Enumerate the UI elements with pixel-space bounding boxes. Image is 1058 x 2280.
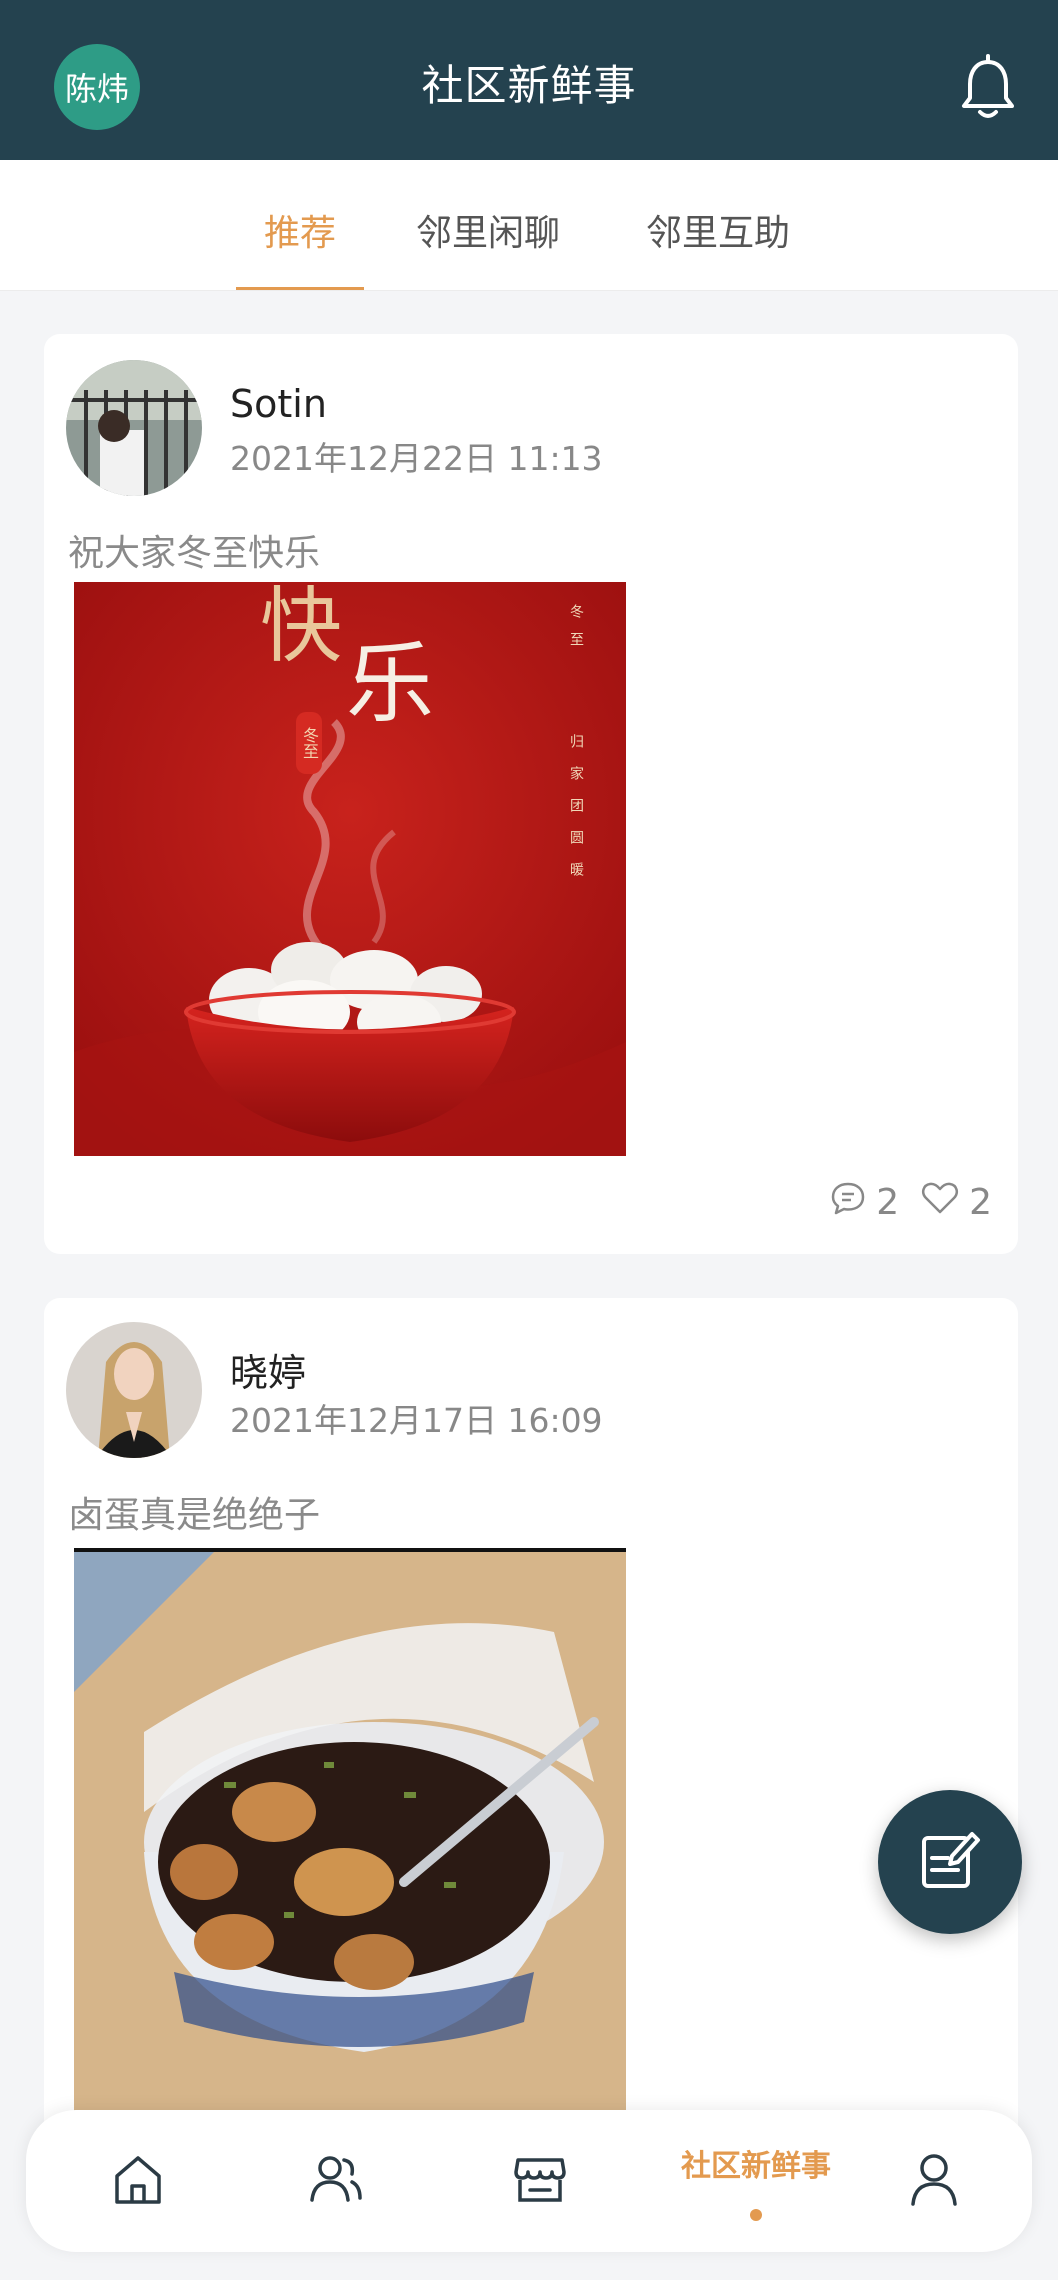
post-text: 祝大家冬至快乐	[68, 533, 321, 574]
post-card[interactable]: 晓婷 2021年12月17日 16:09 卤蛋真是绝绝子	[44, 1298, 1018, 2158]
comment-icon	[830, 1180, 866, 1225]
image-caption-main: 快	[260, 582, 343, 674]
author-name[interactable]: 晓婷	[230, 1342, 306, 1397]
nav-community-news-label: 社区新鲜事	[681, 2149, 831, 2184]
tab-recommend[interactable]: 推荐	[235, 204, 365, 290]
like-count[interactable]: 2	[921, 1180, 992, 1225]
post-image[interactable]: 快 乐 冬至 冬至 归家团圆暖	[74, 582, 626, 1156]
post-stats: 2 2	[830, 1180, 992, 1225]
compose-post-button[interactable]	[878, 1790, 1022, 1934]
nav-community-news[interactable]: 社区新鲜事	[656, 2110, 856, 2252]
post-timestamp: 2021年12月17日 16:09	[230, 1401, 603, 1440]
image-side-text: 冬至	[568, 604, 584, 660]
nav-home[interactable]	[98, 2110, 178, 2252]
like-count-value: 2	[969, 1182, 992, 1223]
author-avatar[interactable]	[66, 1322, 202, 1458]
edit-icon	[918, 1828, 982, 1896]
tab-neighbor-help[interactable]: 邻里互助	[646, 204, 790, 290]
users-icon	[308, 2152, 364, 2210]
bottom-nav: 社区新鲜事	[26, 2110, 1032, 2252]
page-title: 社区新鲜事	[421, 61, 637, 110]
post-timestamp: 2021年12月22日 11:13	[230, 439, 603, 478]
person-icon	[909, 2152, 959, 2210]
bell-icon[interactable]	[958, 54, 1018, 120]
image-caption-main: 乐	[346, 632, 435, 735]
active-indicator-dot	[750, 2209, 762, 2221]
nav-profile[interactable]	[894, 2110, 974, 2252]
author-avatar[interactable]	[66, 360, 202, 496]
post-image[interactable]	[74, 1548, 626, 2112]
nav-neighbors[interactable]	[296, 2110, 376, 2252]
image-seal: 冬至	[296, 712, 322, 774]
image-side-text: 归家团圆暖	[568, 734, 584, 894]
tab-neighbor-chat[interactable]: 邻里闲聊	[416, 204, 560, 290]
store-icon	[512, 2152, 568, 2210]
category-tabs: 推荐 邻里闲聊 邻里互助	[0, 160, 1058, 291]
post-card[interactable]: Sotin 2021年12月22日 11:13 祝大家冬至快乐 快 乐 冬至 冬…	[44, 334, 1018, 1254]
comment-count[interactable]: 2	[830, 1180, 899, 1225]
home-icon	[111, 2152, 165, 2210]
author-name[interactable]: Sotin	[230, 382, 327, 426]
heart-icon	[921, 1180, 959, 1225]
app-header: 陈炜 社区新鲜事	[0, 0, 1058, 160]
nav-store[interactable]	[500, 2110, 580, 2252]
comment-count-value: 2	[876, 1182, 900, 1223]
post-text: 卤蛋真是绝绝子	[68, 1495, 321, 1536]
